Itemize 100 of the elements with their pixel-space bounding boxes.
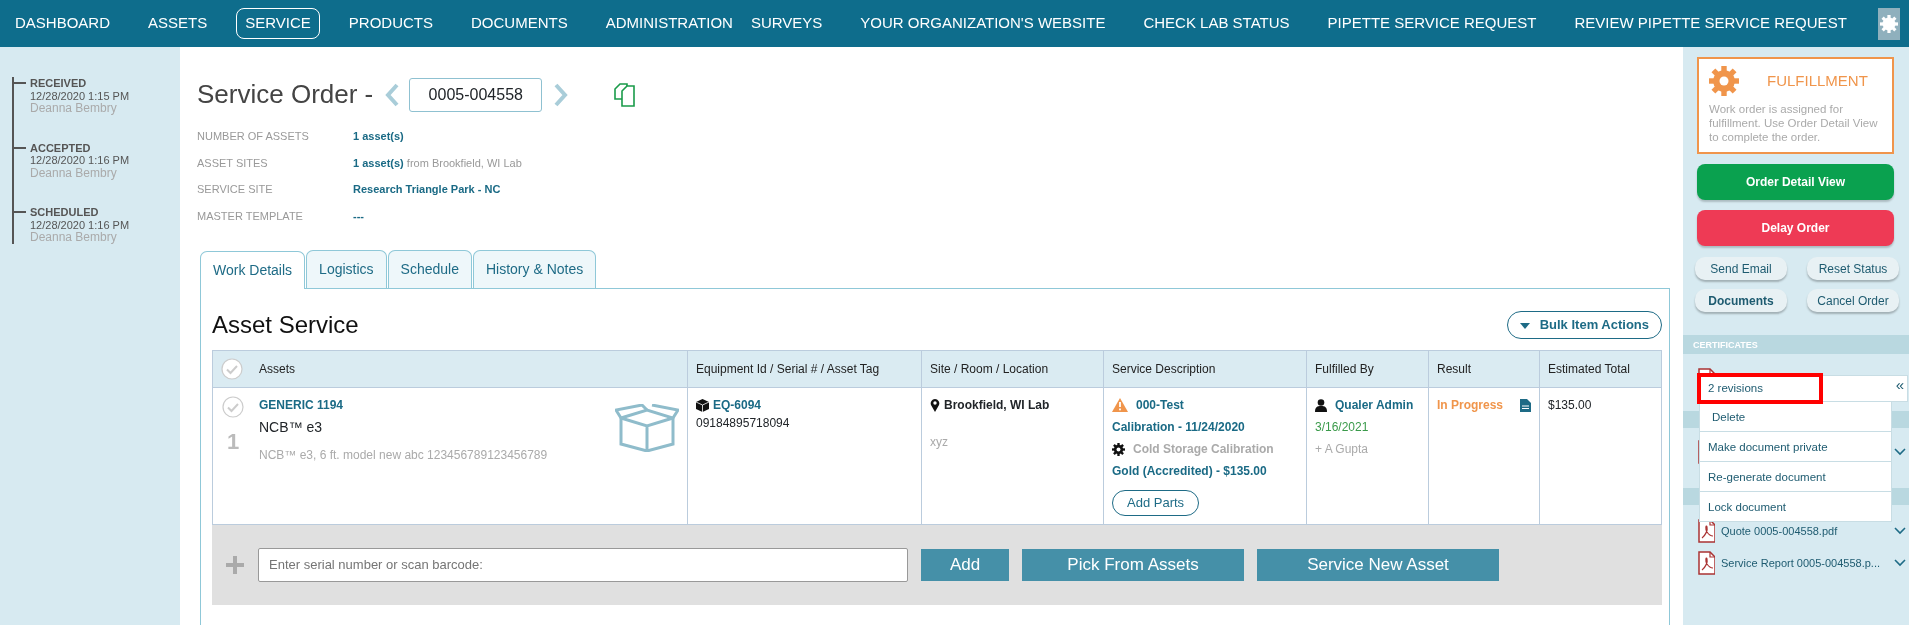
- user-name: Deanna Bembry: [30, 102, 118, 115]
- column-header: Service Description: [1112, 362, 1216, 376]
- status-title: FULFILLMENT: [1767, 70, 1868, 91]
- plus-icon: [225, 554, 245, 575]
- gear-icon: [1709, 66, 1739, 96]
- assistant-name: + A Gupta: [1315, 441, 1370, 458]
- collapse-icon[interactable]: «: [1895, 376, 1907, 401]
- pdf-file-icon: [1697, 519, 1715, 543]
- document-link[interactable]: Quote 0005-004558.pdf: [1721, 522, 1888, 540]
- field-value: 1 asset(s): [353, 156, 404, 169]
- chevron-down-icon: [1894, 559, 1906, 567]
- asset-model: NCB™ e3: [259, 418, 324, 437]
- site-name: Brookfield, WI Lab: [944, 397, 1050, 414]
- order-number-field[interactable]: 0005-004558: [409, 77, 543, 112]
- menu-item[interactable]: Delete: [1699, 402, 1892, 432]
- serial-input-field[interactable]: Enter serial number or scan barcode:: [258, 547, 908, 582]
- user-name: Deanna Bembry: [30, 166, 118, 179]
- nav-link[interactable]: PRODUCTS: [339, 8, 442, 39]
- status-label: SCHEDULED: [30, 206, 100, 219]
- user-name: Deanna Bembry: [30, 231, 118, 244]
- timestamp: 12/28/2020 1:15 PM: [30, 89, 131, 102]
- nav-link[interactable]: CHECK LAB STATUS: [1134, 8, 1299, 39]
- column-header: Assets: [259, 361, 295, 378]
- menu-item[interactable]: Make document private: [1699, 432, 1892, 462]
- warning-icon: [1112, 398, 1128, 412]
- field-label: MASTER TEMPLATE: [197, 208, 304, 224]
- section-title: Asset Service: [212, 310, 359, 340]
- bulk-actions-button[interactable]: Bulk Item Actions: [1507, 311, 1662, 339]
- column-header: Site / Room / Location: [930, 362, 1049, 376]
- add-bar-button[interactable]: Pick From Assets: [1022, 548, 1244, 581]
- field-value: ---: [353, 209, 364, 222]
- check-circle-icon: [221, 358, 243, 380]
- column-header: Result: [1437, 362, 1471, 376]
- status-message: Work order is assigned for fulfillment. Use Order Detail View to complete the order.: [1709, 102, 1879, 144]
- map-pin-icon: [930, 398, 940, 412]
- column-header: Equipment Id / Serial # / Asset Tag: [696, 362, 880, 376]
- asset-name-link[interactable]: GENERIC 1194: [259, 396, 615, 414]
- tab[interactable]: Logistics: [306, 250, 387, 288]
- service-name-link[interactable]: 000-Test: [1136, 396, 1184, 414]
- chevron-down-icon: [1894, 448, 1906, 456]
- nav-link[interactable]: DOCUMENTS: [462, 8, 577, 39]
- asset-description: NCB™ e3, 6 ft. model new abc 123456789123456789: [259, 447, 549, 464]
- check-circle-icon: [222, 396, 244, 418]
- cube-icon: [696, 398, 709, 412]
- service-price: Gold (Accredited) - $135.00: [1112, 463, 1268, 480]
- add-parts-button[interactable]: Add Parts: [1112, 490, 1200, 516]
- row-number: 1: [226, 428, 240, 456]
- field-label: SERVICE SITE: [197, 182, 274, 197]
- section-header: CERTIFICATES: [1683, 335, 1909, 354]
- action-button[interactable]: Send Email: [1695, 257, 1787, 280]
- field-value: Research Triangle Park - NC: [353, 183, 501, 195]
- field-note: from Brookfield, WI Lab: [406, 156, 522, 169]
- settings-icon: [1879, 14, 1898, 33]
- chevron-down-icon: [1894, 527, 1906, 535]
- pdf-file-icon: [1697, 551, 1715, 575]
- tab[interactable]: Work Details: [200, 251, 306, 289]
- timestamp: 12/28/2020 1:16 PM: [30, 154, 131, 167]
- user-icon: [1315, 398, 1327, 412]
- add-bar-button[interactable]: Add: [921, 548, 1009, 581]
- nav-link[interactable]: REVIEW PIPETTE SERVICE REQUEST: [1565, 8, 1856, 39]
- equipment-id-link[interactable]: EQ-6094: [713, 396, 762, 414]
- box-icon: [615, 404, 679, 452]
- nav-link[interactable]: ASSETS: [139, 8, 217, 39]
- timestamp: 12/28/2020 1:16 PM: [30, 218, 131, 231]
- document-icon[interactable]: [1520, 398, 1531, 412]
- caret-icon: [1520, 322, 1531, 329]
- field-label: ASSET SITES: [197, 155, 269, 171]
- status-label: RECEIVED: [30, 77, 88, 90]
- page-title: Service Order -: [197, 78, 374, 111]
- nav-link[interactable]: PIPETTE SERVICE REQUEST: [1318, 8, 1546, 39]
- room-name: xyz: [930, 434, 949, 451]
- service-schedule: Calibration - 11/24/2020: [1112, 419, 1246, 436]
- result-status: In Progress: [1437, 397, 1504, 414]
- nav-link[interactable]: SURVEYS: [741, 8, 832, 39]
- service-option: Cold Storage Calibration: [1133, 440, 1274, 458]
- column-header: Fulfilled By: [1315, 362, 1374, 376]
- fulfilled-date: 3/16/2021: [1315, 419, 1370, 436]
- settings-button[interactable]: [1877, 7, 1900, 40]
- action-button[interactable]: Delay Order: [1697, 210, 1894, 246]
- action-button[interactable]: Documents: [1695, 289, 1787, 312]
- field-value: 1 asset(s): [353, 130, 404, 142]
- column-header: Estimated Total: [1548, 362, 1630, 376]
- tab[interactable]: History & Notes: [472, 250, 597, 288]
- status-label: ACCEPTED: [30, 141, 92, 154]
- gear-icon: [1112, 442, 1125, 456]
- field-label: NUMBER OF ASSETS: [197, 129, 310, 144]
- nav-link[interactable]: YOUR ORGANIZATION'S WEBSITE: [851, 8, 1115, 39]
- document-link[interactable]: Service Report 0005-004558.p...: [1721, 554, 1888, 572]
- tab[interactable]: Schedule: [387, 250, 472, 288]
- technician-name-link[interactable]: Qualer Admin: [1335, 396, 1414, 414]
- copy-icon[interactable]: [614, 82, 637, 107]
- action-button[interactable]: Reset Status: [1807, 257, 1899, 280]
- nav-link[interactable]: DASHBOARD: [6, 8, 120, 39]
- action-button[interactable]: Order Detail View: [1697, 164, 1894, 200]
- serial-number: 09184895718094: [696, 415, 791, 432]
- nav-link[interactable]: ADMINISTRATION: [596, 8, 742, 39]
- add-bar-button[interactable]: Service New Asset: [1257, 548, 1499, 581]
- estimated-total: $135.00: [1548, 398, 1592, 412]
- action-button[interactable]: Cancel Order: [1807, 289, 1899, 312]
- nav-link[interactable]: SERVICE: [236, 8, 320, 39]
